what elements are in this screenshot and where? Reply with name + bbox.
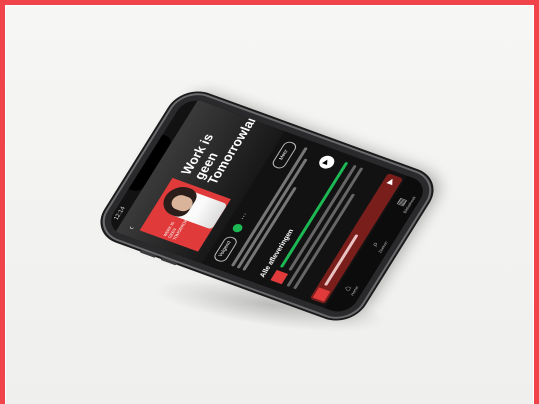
cover-text: WERK IS GEEN TOMORROWLAND <box>161 208 195 241</box>
back-arrow-icon[interactable]: ‹ <box>125 225 136 231</box>
more-icon[interactable]: ⋯ <box>237 211 250 221</box>
photo-backdrop: 12:14 ‹ WERK IS GEEN TOMORROWLAND Work i… <box>6 6 533 404</box>
mini-player-thumbnail <box>312 287 331 302</box>
volume-down-button <box>160 257 178 266</box>
episode-thumbnail <box>270 269 289 285</box>
phone-mockup: 12:14 ‹ WERK IS GEEN TOMORROWLAND Work i… <box>95 88 439 324</box>
podcast-title: Work is geen Tomorrowland <box>177 105 266 187</box>
mini-play-icon[interactable]: ▶ <box>385 177 397 185</box>
phone-screen: 12:14 ‹ WERK IS GEEN TOMORROWLAND Work i… <box>104 95 430 317</box>
podcast-cover: WERK IS GEEN TOMORROWLAND <box>139 177 231 252</box>
volume-up-button <box>139 249 157 258</box>
download-icon[interactable] <box>230 222 245 234</box>
phone-body: 12:14 ‹ WERK IS GEEN TOMORROWLAND Work i… <box>95 88 439 324</box>
